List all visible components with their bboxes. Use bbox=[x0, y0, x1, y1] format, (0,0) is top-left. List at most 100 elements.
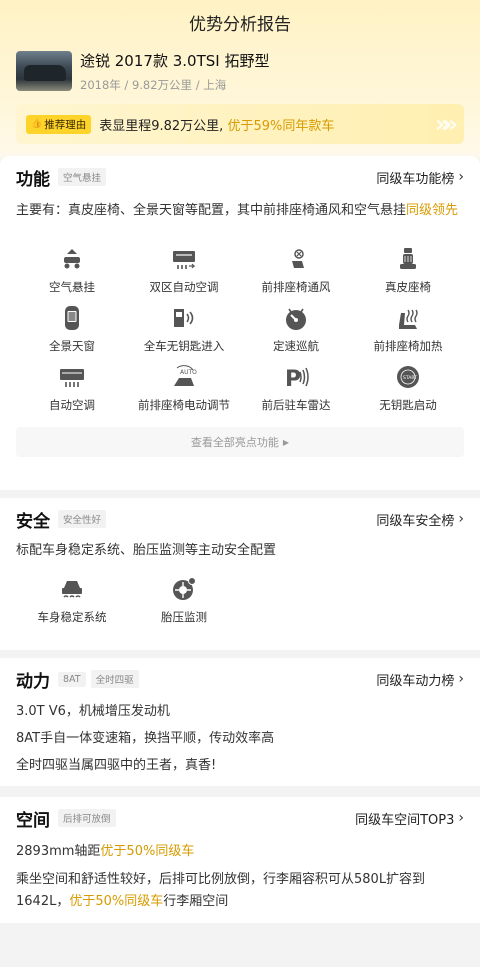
feature-label: 空气悬挂 bbox=[49, 280, 95, 294]
svg-text:AUTO: AUTO bbox=[180, 369, 197, 376]
feature-item[interactable]: AUTO 前排座椅电动调节 bbox=[128, 364, 240, 423]
space-section: 空间 后排可放倒 同级车空间TOP3 › 2893mm轴距优于50%同级车 乘坐… bbox=[0, 797, 480, 923]
svg-text:START: START bbox=[403, 375, 417, 381]
features-title: 功能 bbox=[16, 169, 50, 190]
feature-item[interactable]: P 前后驻车雷达 bbox=[240, 364, 352, 423]
space-comfort-highlight: 优于50%同级车 bbox=[69, 894, 164, 909]
feature-item[interactable]: 空气悬挂 bbox=[16, 246, 128, 305]
features-header: 功能 空气悬挂 同级车功能榜 › bbox=[0, 156, 480, 198]
feature-item[interactable]: 前排座椅加热 bbox=[352, 305, 464, 364]
car-info: 途锐 2017款 3.0TSI 拓野型 2018年 / 9.82万公里 / 上海 bbox=[80, 50, 269, 93]
power-line-transmission: 8AT手自一体变速箱，换挡平顺，传动效率高 bbox=[16, 731, 275, 746]
space-wheelbase-text: 2893mm轴距 bbox=[16, 844, 101, 859]
space-wheelbase-highlight: 优于50%同级车 bbox=[100, 844, 195, 859]
space-comfort: 乘坐空间和舒适性较好，后排可比例放倒，行李厢容积可从580L扩容到1642L，优… bbox=[0, 869, 480, 913]
power-section: 动力 8AT 全时四驱 同级车动力榜 › 3.0T V6，机械增压发动机 8AT… bbox=[0, 658, 480, 786]
safety-description: 标配车身稳定系统、胎压监测等主动安全配置 bbox=[16, 543, 277, 558]
feature-label: 双区自动空调 bbox=[149, 280, 219, 294]
feature-label: 自动空调 bbox=[49, 398, 95, 412]
safety-header: 安全 安全性好 同级车安全榜 › bbox=[0, 498, 480, 540]
features-grid: 空气悬挂 双区自动空调 前排座椅通风 真皮座椅 全景天窗 全车无钥匙进入 定速巡… bbox=[0, 246, 480, 423]
svg-text:P: P bbox=[285, 367, 301, 390]
feature-label: 前排座椅加热 bbox=[373, 339, 443, 353]
feature-label: 无钥匙启动 bbox=[379, 398, 437, 412]
safety-label: 车身稳定系统 bbox=[37, 610, 107, 624]
features-ranking-label: 同级车功能榜 bbox=[376, 171, 455, 187]
features-section: 功能 空气悬挂 同级车功能榜 › 主要有：真皮座椅、全景天窗等配置，其中前排座椅… bbox=[0, 156, 480, 490]
power-ranking-link[interactable]: 同级车动力榜 › bbox=[376, 670, 464, 689]
recommend-text: 表显里程9.82万公里, 优于59%同年款车 bbox=[99, 115, 334, 134]
tire-pressure-icon bbox=[171, 576, 197, 602]
space-wheelbase: 2893mm轴距优于50%同级车 bbox=[0, 841, 480, 863]
space-title: 空间 bbox=[16, 810, 50, 831]
power-line-engine: 3.0T V6，机械增压发动机 bbox=[16, 704, 170, 719]
space-ranking-label: 同级车空间TOP3 bbox=[355, 812, 455, 828]
feature-label: 真皮座椅 bbox=[385, 280, 431, 294]
feature-label: 全景天窗 bbox=[49, 339, 95, 353]
feature-item[interactable]: START 无钥匙启动 bbox=[352, 364, 464, 423]
chevron-right-icon: › bbox=[458, 810, 464, 826]
keyless-start-icon: START bbox=[395, 364, 421, 390]
power-description: 3.0T V6，机械增压发动机 8AT手自一体变速箱，换挡平顺，传动效率高 全时… bbox=[0, 698, 480, 779]
safety-ranking-link[interactable]: 同级车安全榜 › bbox=[376, 510, 464, 529]
recommend-text-main: 表显里程9.82万公里, bbox=[99, 118, 224, 134]
power-title: 动力 bbox=[16, 671, 50, 692]
cruise-control-icon bbox=[283, 305, 309, 331]
keyless-entry-icon bbox=[171, 305, 197, 331]
feature-item[interactable]: 全景天窗 bbox=[16, 305, 128, 364]
safety-ranking-label: 同级车安全榜 bbox=[376, 513, 455, 529]
feature-item[interactable]: 真皮座椅 bbox=[352, 246, 464, 305]
power-ranking-label: 同级车动力榜 bbox=[376, 673, 455, 689]
view-all-features-button[interactable]: 查看全部亮点功能 ▶ bbox=[16, 427, 464, 457]
chevron-right-icon: › bbox=[458, 169, 464, 185]
feature-label: 前排座椅电动调节 bbox=[138, 398, 230, 412]
seat-heating-icon bbox=[395, 305, 421, 331]
safety-section: 安全 安全性好 同级车安全榜 › 标配车身稳定系统、胎压监测等主动安全配置 车身… bbox=[0, 498, 480, 650]
car-title: 途锐 2017款 3.0TSI 拓野型 bbox=[80, 51, 270, 70]
dual-zone-ac-icon bbox=[171, 246, 197, 272]
thumbs-up-icon: 👍 bbox=[31, 119, 43, 129]
space-header: 空间 后排可放倒 同级车空间TOP3 › bbox=[0, 797, 480, 839]
car-thumbnail[interactable] bbox=[16, 51, 72, 91]
features-chip: 空气悬挂 bbox=[58, 168, 107, 186]
power-header: 动力 8AT 全时四驱 同级车动力榜 › bbox=[0, 658, 480, 700]
panoramic-sunroof-icon bbox=[59, 305, 85, 331]
car-summary[interactable]: 途锐 2017款 3.0TSI 拓野型 2018年 / 9.82万公里 / 上海 bbox=[0, 44, 480, 98]
features-description: 主要有：真皮座椅、全景天窗等配置，其中前排座椅通风和空气悬挂同级领先 bbox=[0, 200, 480, 222]
feature-label: 全车无钥匙进入 bbox=[143, 339, 225, 353]
power-chip-transmission: 8AT bbox=[58, 671, 86, 687]
power-chip-drivetrain: 全时四驱 bbox=[90, 670, 139, 688]
space-ranking-link[interactable]: 同级车空间TOP3 › bbox=[355, 809, 464, 828]
parking-radar-icon: P bbox=[283, 364, 309, 390]
feature-label: 前后驻车雷达 bbox=[261, 398, 331, 412]
triangle-right-icon: ▶ bbox=[282, 437, 290, 447]
feature-item[interactable]: 自动空调 bbox=[16, 364, 128, 423]
safety-title: 安全 bbox=[16, 511, 50, 532]
recommend-reason-banner: 👍 推荐理由 表显里程9.82万公里, 优于59%同年款车 »» bbox=[16, 104, 464, 144]
page-title: 优势分析报告 bbox=[189, 14, 291, 35]
power-line-drivetrain: 全时四驱当属四驱中的王者，真香! bbox=[16, 758, 217, 773]
safety-grid: 车身稳定系统 胎压监测 bbox=[0, 576, 480, 635]
view-all-label: 查看全部亮点功能 bbox=[190, 436, 279, 449]
recommend-tag: 👍 推荐理由 bbox=[26, 114, 92, 134]
features-desc-highlight: 同级领先 bbox=[406, 203, 459, 218]
power-seat-icon: AUTO bbox=[171, 364, 197, 390]
chevron-right-icon: › bbox=[458, 511, 464, 527]
recommend-text-highlight: 优于59%同年款车 bbox=[227, 118, 335, 134]
feature-item[interactable]: 前排座椅通风 bbox=[240, 246, 352, 305]
feature-label: 定速巡航 bbox=[273, 339, 319, 353]
space-chip: 后排可放倒 bbox=[58, 809, 116, 827]
features-desc-text: 主要有：真皮座椅、全景天窗等配置，其中前排座椅通风和空气悬挂 bbox=[16, 203, 407, 218]
features-ranking-link[interactable]: 同级车功能榜 › bbox=[376, 168, 464, 187]
auto-ac-icon bbox=[59, 364, 85, 390]
feature-label: 前排座椅通风 bbox=[261, 280, 331, 294]
safety-item[interactable]: 胎压监测 bbox=[128, 576, 240, 635]
recommend-tag-label: 推荐理由 bbox=[44, 118, 87, 131]
double-chevron-icon: »» bbox=[434, 110, 458, 138]
feature-item[interactable]: 全车无钥匙进入 bbox=[128, 305, 240, 364]
air-suspension-icon bbox=[59, 246, 85, 272]
leather-seat-icon bbox=[395, 246, 421, 272]
safety-item[interactable]: 车身稳定系统 bbox=[16, 576, 128, 635]
feature-item[interactable]: 定速巡航 bbox=[240, 305, 352, 364]
feature-item[interactable]: 双区自动空调 bbox=[128, 246, 240, 305]
